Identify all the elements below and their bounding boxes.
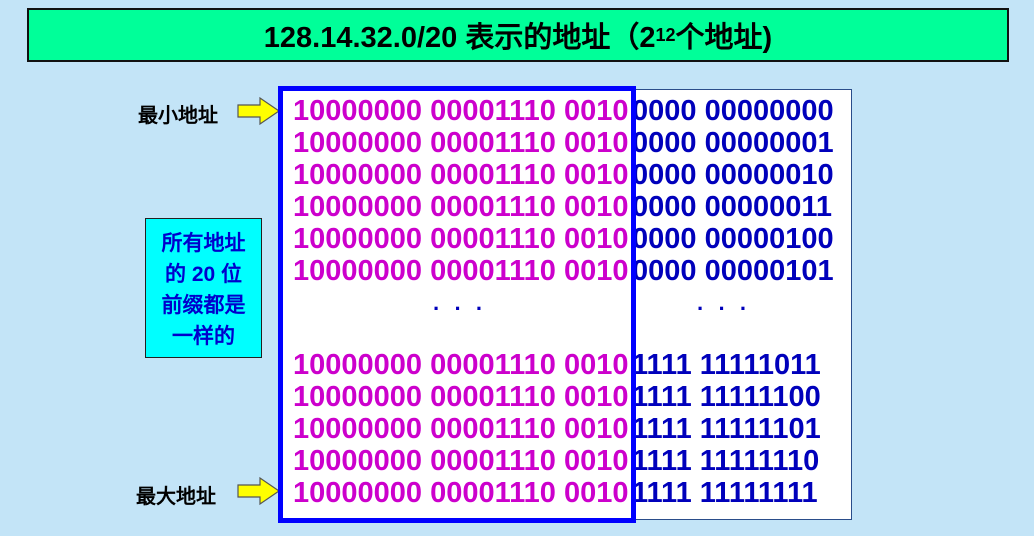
address-host-bits: 1111 11111110 xyxy=(632,445,820,477)
address-host-bits: 0000 00000001 xyxy=(632,127,834,159)
address-host-bits: 1111 11111100 xyxy=(632,381,821,413)
note-line: 前缀都是 xyxy=(161,294,246,317)
title-tail: 个地址) xyxy=(675,22,773,54)
address-host-bits: 1111 11111011 xyxy=(632,349,821,381)
min-address-label: 最小地址 xyxy=(138,105,218,127)
note-line: 所有地址 xyxy=(161,232,246,255)
slide-title: 128.14.32.0/20 表示的地址（2 12 个地址) xyxy=(27,8,1009,62)
address-host-bits: 1111 11111111 xyxy=(632,477,818,509)
address-host-bits: 0000 00000101 xyxy=(632,255,834,287)
address-host-bits: 1111 11111101 xyxy=(632,413,821,445)
prefix-highlight-frame xyxy=(278,86,636,523)
note-line: 一样的 xyxy=(172,325,235,348)
address-host-bits: 0000 00000010 xyxy=(632,159,834,191)
arrow-right-icon xyxy=(237,96,281,126)
arrow-right-icon xyxy=(237,476,281,506)
address-host-bits: 0000 00000011 xyxy=(632,191,832,223)
prefix-note-box: 所有地址 的 20 位 前缀都是 一样的 xyxy=(145,218,262,358)
title-text: 128.14.32.0/20 表示的地址（2 xyxy=(263,22,656,54)
max-address-label: 最大地址 xyxy=(136,486,216,508)
title-exponent: 12 xyxy=(655,24,676,45)
ellipsis-suffix: · · · xyxy=(697,296,752,321)
address-host-bits: 0000 00000000 xyxy=(632,95,834,127)
note-line: 的 20 位 xyxy=(164,263,243,286)
address-host-bits: 0000 00000100 xyxy=(632,223,834,255)
